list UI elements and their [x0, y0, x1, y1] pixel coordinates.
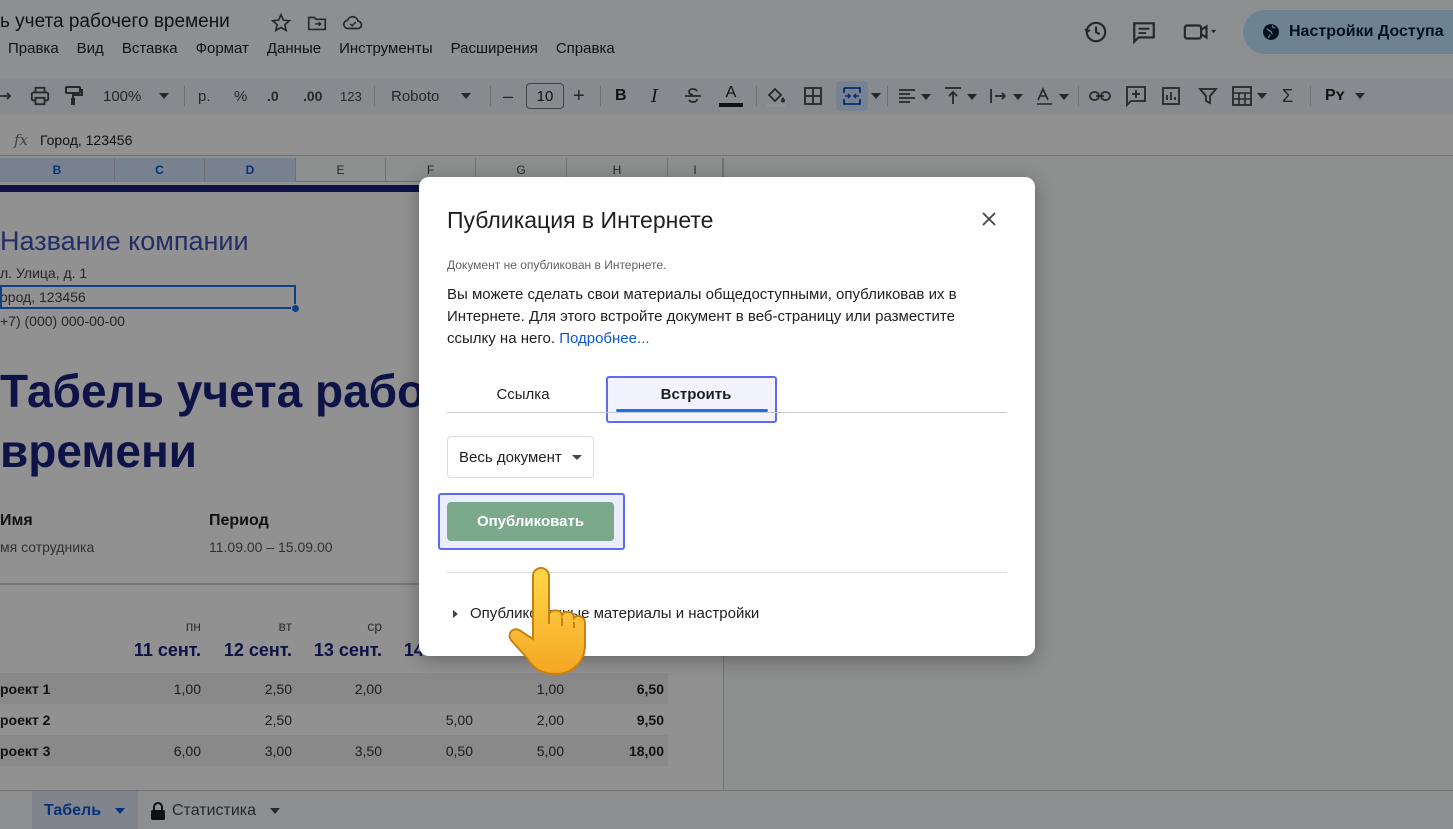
tab-embed[interactable]: Встроить [608, 376, 784, 413]
publish-scope-select[interactable]: Весь документ [447, 436, 594, 478]
active-tab-indicator [616, 409, 768, 412]
tab-embed-label: Встроить [660, 386, 732, 403]
dialog-title: Публикация в Интернете [447, 207, 714, 233]
dialog-description: Вы можете сделать свои материалы общедос… [447, 284, 1007, 350]
caret-down-icon [572, 455, 582, 460]
tab-link-label: Ссылка [496, 386, 550, 403]
description-text: Вы можете сделать свои материалы общедос… [447, 286, 957, 347]
close-icon[interactable] [977, 207, 1001, 231]
expand-triangle-icon [453, 609, 458, 618]
dialog-tabs: Ссылка Встроить [447, 376, 1007, 413]
pointing-hand-icon [508, 567, 586, 676]
learn-more-link[interactable]: Подробнее... [559, 330, 649, 347]
publish-status: Документ не опубликован в Интернете. [447, 258, 667, 272]
tab-link[interactable]: Ссылка [447, 376, 599, 413]
publish-button[interactable]: Опубликовать [447, 502, 614, 541]
published-content-settings-expander[interactable]: Опубликованные материалы и настройки [453, 605, 759, 622]
publish-scope-value: Весь документ [459, 448, 562, 466]
